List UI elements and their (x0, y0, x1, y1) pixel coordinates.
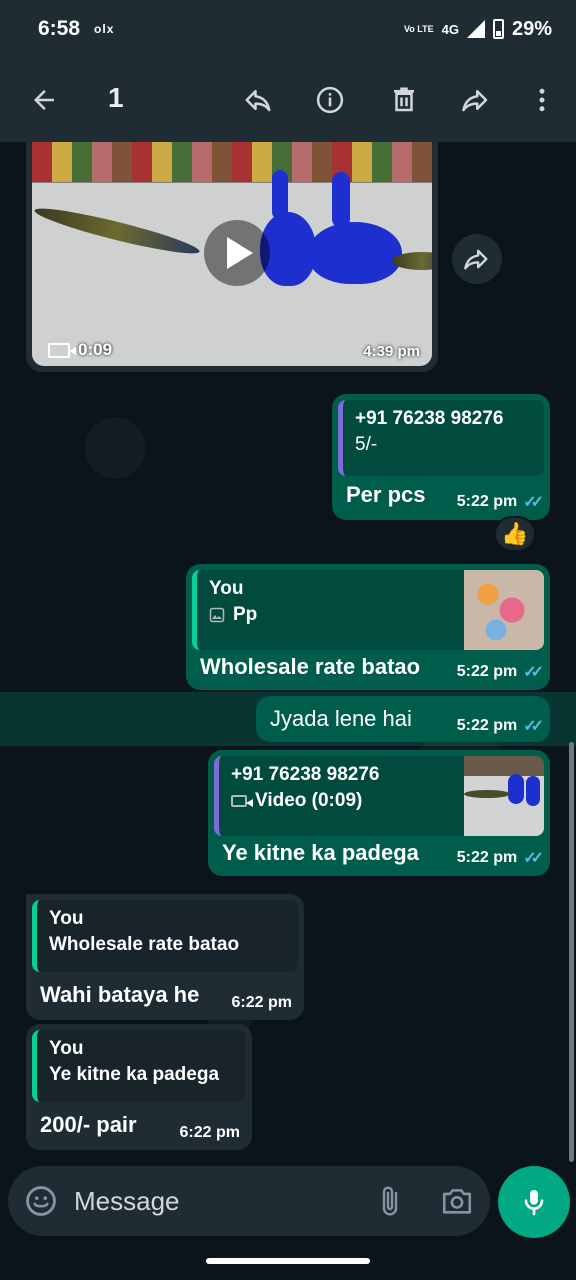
read-ticks-icon: ✓✓ (523, 718, 544, 735)
message-time: 5:22 pm (456, 493, 518, 510)
reply-icon (245, 90, 271, 112)
image-icon (209, 607, 225, 623)
more-options-button[interactable] (518, 58, 566, 142)
signal-icon (466, 20, 485, 38)
info-button[interactable] (306, 58, 354, 142)
info-icon (316, 86, 344, 114)
video-camera-icon (231, 795, 253, 807)
selection-toolbar: 1 (0, 58, 576, 142)
peacock-tail-left (32, 201, 202, 261)
message-meta: 5:22 pm ✓✓ (456, 492, 544, 512)
message-text: Wholesale rate batao (200, 654, 421, 679)
microphone-icon (524, 1190, 544, 1216)
message-text: Jyada lene hai (270, 706, 412, 731)
battery-percent: 29% (511, 17, 552, 40)
video-thumbnail[interactable]: 0:09 4:39 pm (32, 142, 432, 366)
video-duration: 0:09 (48, 340, 112, 360)
attach-icon[interactable] (374, 1185, 406, 1217)
quoted-message[interactable]: +91 76238 98276 5/- (338, 400, 544, 476)
outgoing-message-selected[interactable]: Jyada lene hai 5:22 pm ✓✓ (256, 696, 550, 742)
message-time: 6:22 pm (179, 1124, 240, 1141)
message-composer[interactable]: Message (8, 1166, 490, 1236)
voice-record-button[interactable] (498, 1166, 570, 1238)
quick-forward-button[interactable] (452, 234, 502, 284)
quote-sender: +91 76238 98276 (355, 408, 504, 429)
quoted-message[interactable]: You Wholesale rate batao (32, 900, 298, 972)
outgoing-message[interactable]: +91 76238 98276 5/- Per pcs 5:22 pm ✓✓ (332, 394, 550, 520)
reply-button[interactable] (234, 58, 282, 142)
battery-icon (492, 19, 504, 39)
read-ticks-icon: ✓✓ (523, 494, 544, 511)
arrow-left-icon (34, 90, 54, 110)
delete-button[interactable] (380, 58, 428, 142)
forward-icon (464, 249, 488, 270)
forward-icon (462, 90, 488, 112)
message-text: Wahi bataya he (40, 982, 200, 1007)
emoji-icon[interactable] (24, 1184, 58, 1218)
video-thumbnail (464, 756, 544, 836)
back-button[interactable] (20, 58, 68, 142)
incoming-video-message[interactable]: 0:09 4:39 pm (26, 142, 438, 372)
forward-button[interactable] (452, 58, 500, 142)
reaction-badge[interactable]: 👍 (494, 516, 536, 552)
quote-sender: You (49, 908, 84, 929)
message-time: 5:22 pm (456, 663, 518, 680)
message-meta: 5:22 pm ✓✓ (456, 716, 544, 736)
quote-sender: You (49, 1038, 84, 1059)
message-text: 200/- pair (40, 1112, 137, 1137)
message-time: 4:39 pm (363, 343, 420, 360)
incoming-message[interactable]: You Wholesale rate batao Wahi bataya he … (26, 894, 304, 1020)
quote-text: 5/- (355, 434, 378, 455)
quoted-message[interactable]: +91 76238 98276 Video (0:09) (214, 756, 544, 836)
message-time: 5:22 pm (456, 849, 518, 866)
message-meta: 5:22 pm ✓✓ (456, 848, 544, 868)
read-ticks-icon: ✓✓ (523, 850, 544, 867)
incoming-message[interactable]: You Ye kitne ka padega 200/- pair 6:22 p… (26, 1024, 252, 1150)
volte-icon: Vo LTE (403, 23, 434, 34)
play-button[interactable] (204, 220, 270, 286)
gesture-navigation-bar[interactable] (206, 1258, 370, 1264)
selected-count: 1 (108, 82, 124, 113)
chat-area[interactable]: 0:09 4:39 pm +91 76238 98276 5/- Per pcs… (0, 142, 576, 1162)
clock: 6:58 (38, 17, 81, 40)
quote-text: Wholesale rate batao (49, 934, 240, 955)
outgoing-message[interactable]: You Pp Wholesale rate batao 5:22 pm ✓✓ (186, 564, 550, 690)
video-background (32, 142, 432, 182)
message-text: Ye kitne ka padega (222, 840, 419, 865)
outgoing-message[interactable]: +91 76238 98276 Video (0:09) Ye kitne ka… (208, 750, 550, 876)
scrollbar[interactable] (569, 742, 574, 1162)
camera-icon[interactable] (440, 1184, 474, 1218)
message-time: 6:22 pm (231, 994, 292, 1011)
quote-text: Ye kitne ka padega (49, 1064, 220, 1085)
peacock-right-neck (332, 172, 350, 228)
quoted-message[interactable]: You Pp (192, 570, 544, 650)
peacock-left-neck (272, 170, 288, 220)
status-bar: 6:58 olx Vo LTE 4G 29% (0, 0, 576, 58)
olx-notification-icon: olx (94, 22, 115, 36)
quoted-message[interactable]: You Ye kitne ka padega (32, 1030, 246, 1102)
read-ticks-icon: ✓✓ (523, 664, 544, 681)
network-type: 4G (441, 21, 459, 37)
message-text: Per pcs (346, 482, 426, 507)
message-time: 5:22 pm (456, 717, 518, 734)
message-input[interactable]: Message (74, 1186, 180, 1217)
status-icons: Vo LTE 4G 29% (404, 18, 552, 41)
video-camera-icon (48, 342, 76, 358)
more-vertical-icon (539, 88, 545, 112)
trash-icon (394, 87, 414, 112)
image-thumbnail (464, 570, 544, 650)
message-meta: 5:22 pm ✓✓ (456, 662, 544, 682)
peacock-right (308, 222, 402, 284)
